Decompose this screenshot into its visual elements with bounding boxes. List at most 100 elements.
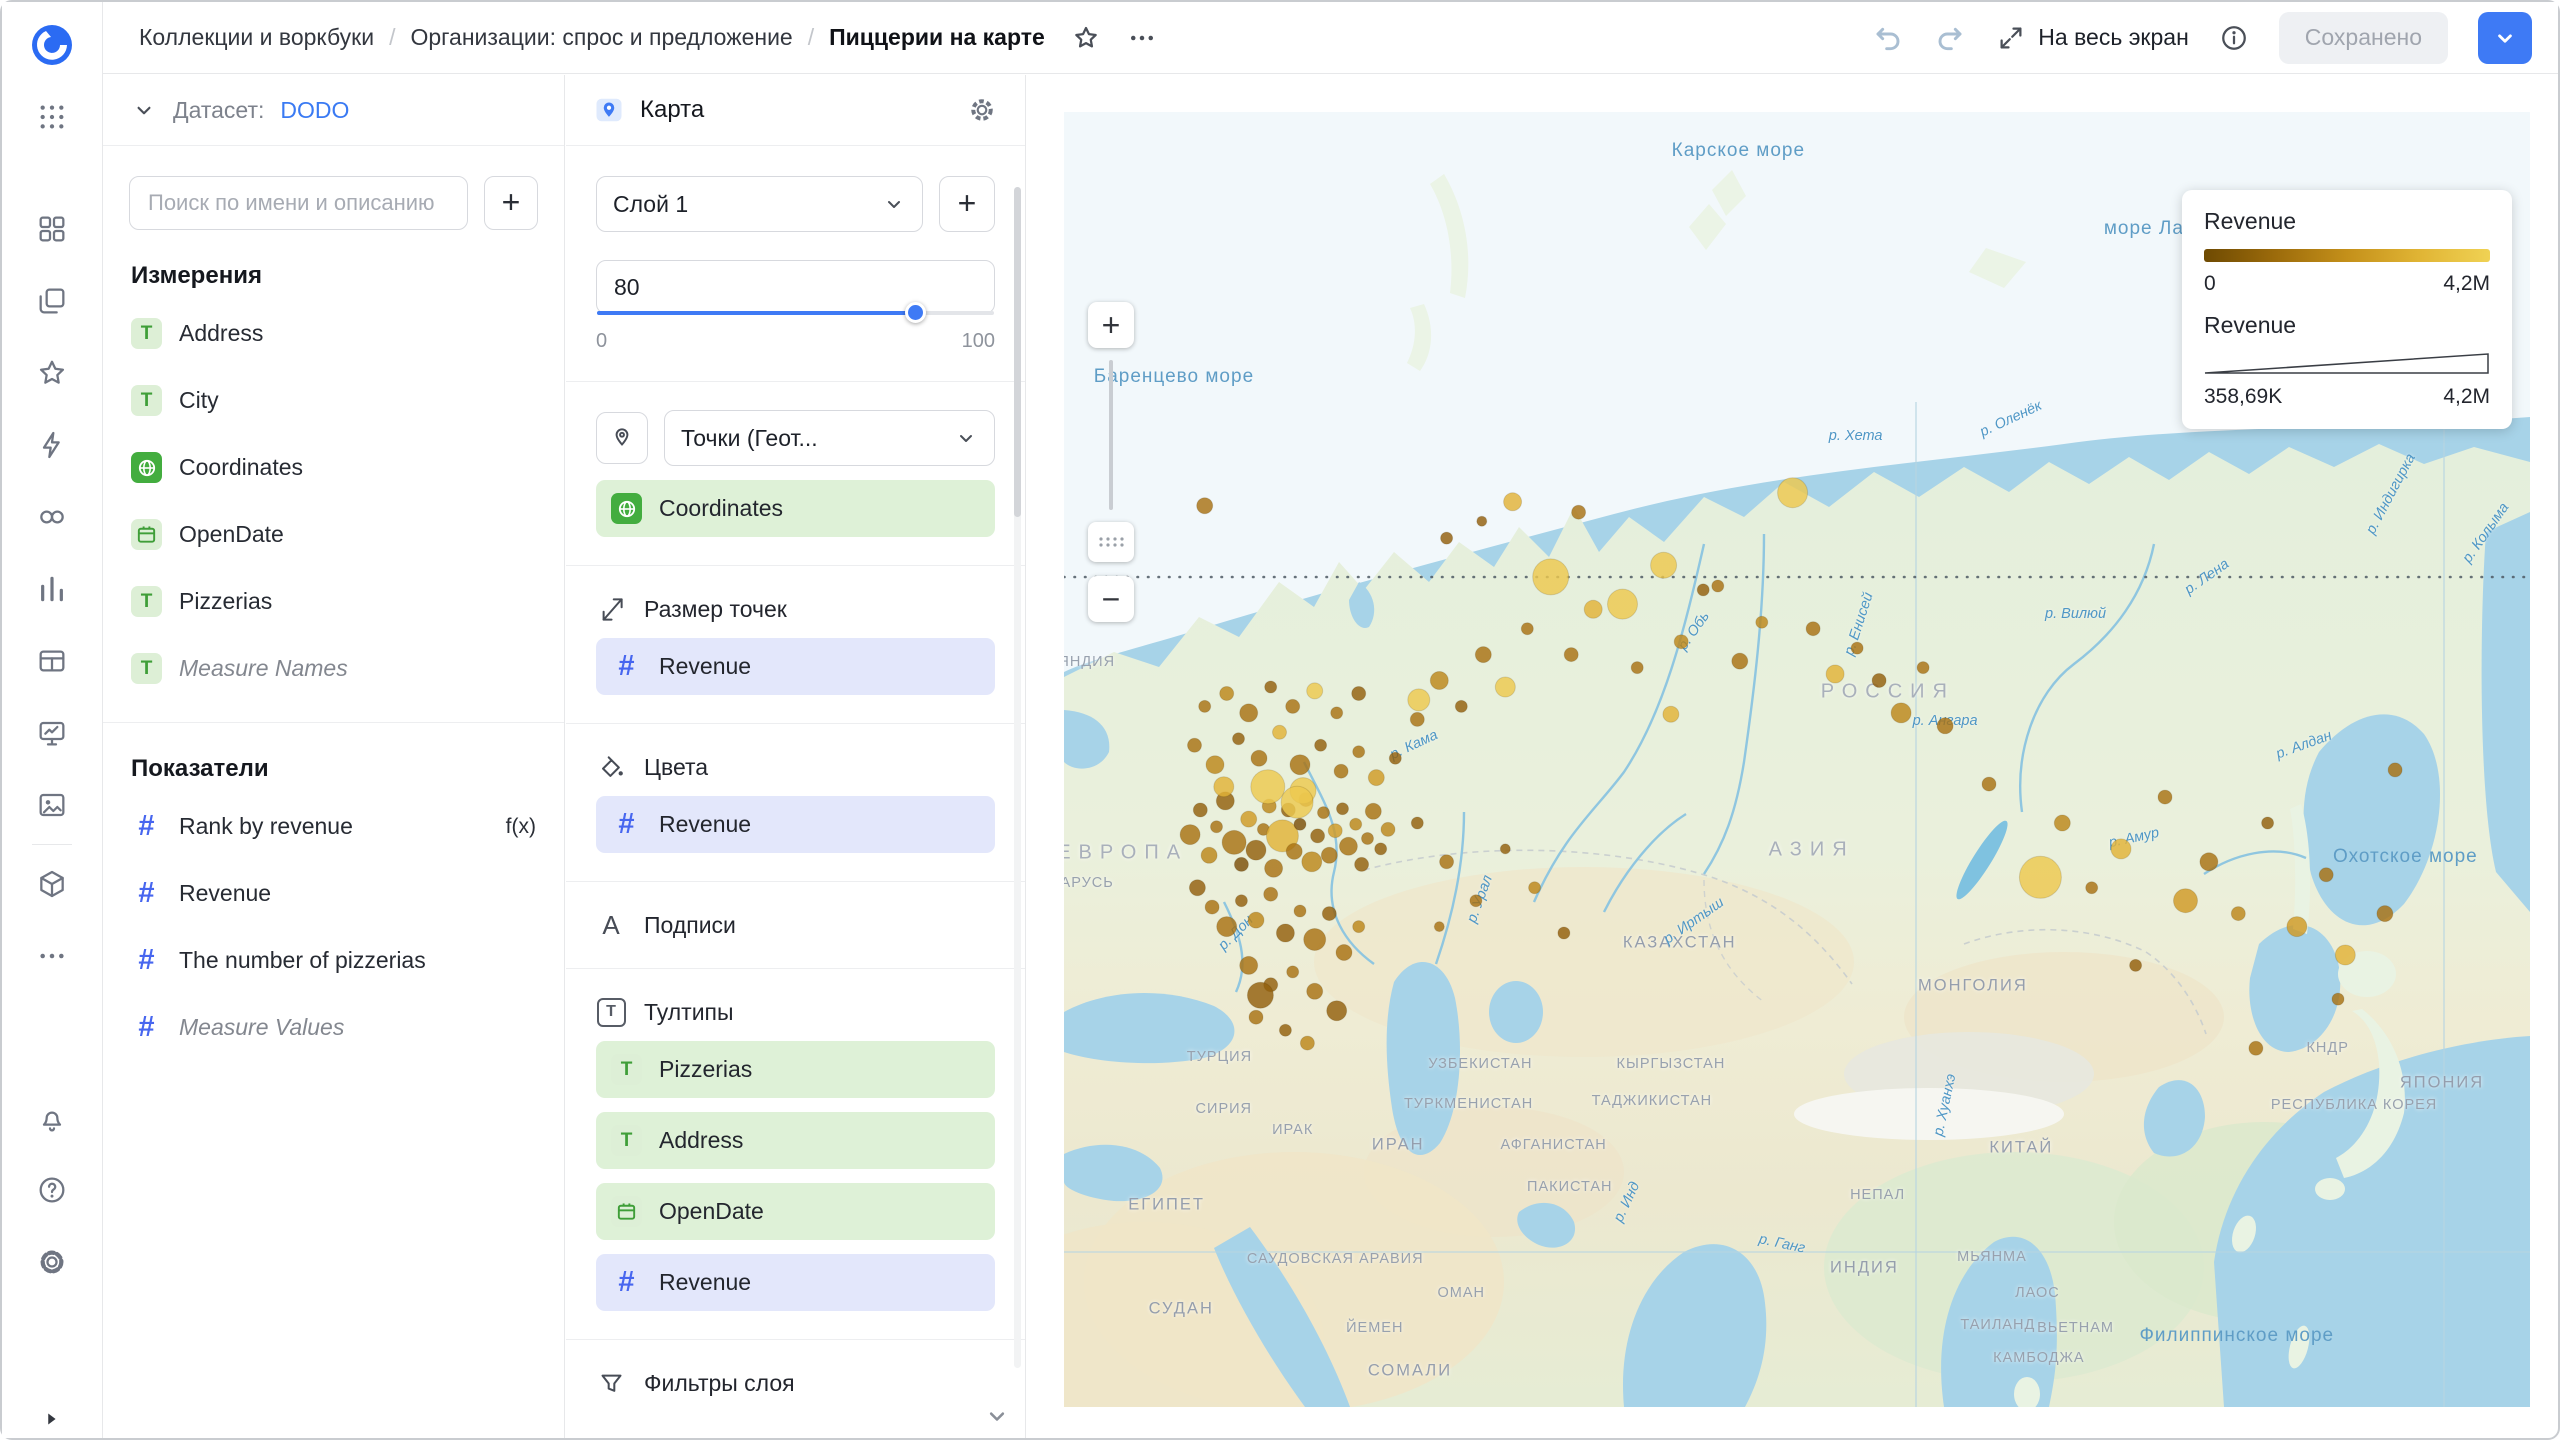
map-data-point[interactable]: [1193, 803, 1207, 817]
dashboards-icon[interactable]: [36, 213, 68, 245]
map-data-point[interactable]: [1279, 1024, 1291, 1036]
notifications-bell-icon[interactable]: [36, 1102, 68, 1134]
map-data-point[interactable]: [1222, 830, 1246, 854]
map-data-point[interactable]: [1355, 857, 1369, 871]
map-data-point[interactable]: [2388, 763, 2402, 777]
quick-actions-lightning-icon[interactable]: [36, 429, 68, 461]
add-layer-button[interactable]: +: [939, 176, 995, 232]
layer-select[interactable]: Слой 1: [596, 176, 923, 232]
panel-scrollbar[interactable]: [1014, 187, 1021, 1368]
map-data-point[interactable]: [1712, 580, 1724, 592]
map-data-point[interactable]: [1322, 907, 1336, 921]
map-data-point[interactable]: [1211, 821, 1223, 833]
map-data-point[interactable]: [1826, 665, 1844, 683]
breadcrumb-collections[interactable]: Коллекции и воркбуки: [139, 24, 374, 51]
zoom-in-button[interactable]: +: [1088, 302, 1134, 348]
collections-icon[interactable]: [36, 285, 68, 317]
map-data-point[interactable]: [1246, 840, 1266, 860]
map-data-point[interactable]: [2174, 889, 2198, 913]
favorite-star-icon[interactable]: [1071, 23, 1101, 53]
scrollbar-thumb[interactable]: [1014, 187, 1021, 517]
help-icon[interactable]: [36, 1174, 68, 1206]
map-data-point[interactable]: [2332, 993, 2344, 1005]
map-data-point[interactable]: [1199, 700, 1211, 712]
map-data-point[interactable]: [1249, 1010, 1263, 1024]
map-data-point[interactable]: [1529, 882, 1541, 894]
zoom-slider-track[interactable]: [1109, 360, 1113, 510]
undo-icon[interactable]: [1872, 22, 1904, 54]
map-data-point[interactable]: [1375, 843, 1387, 855]
field-list-item[interactable]: #The number of pizzerias: [103, 927, 564, 994]
map-data-point[interactable]: [2086, 882, 2098, 894]
map-data-point[interactable]: [1353, 746, 1365, 758]
map-data-point[interactable]: [1455, 700, 1467, 712]
opacity-value-box[interactable]: 80: [596, 260, 995, 314]
map-data-point[interactable]: [1778, 478, 1808, 508]
map-data-point[interactable]: [1286, 699, 1300, 713]
map-data-point[interactable]: [1500, 844, 1510, 854]
map-data-point[interactable]: [2130, 959, 2142, 971]
map-data-point[interactable]: [1732, 653, 1748, 669]
field-pill[interactable]: TAddress: [596, 1112, 995, 1169]
map-data-point[interactable]: [1891, 703, 1911, 723]
map-data-point[interactable]: [1470, 895, 1482, 907]
field-pill[interactable]: TPizzerias: [596, 1041, 995, 1098]
map-data-point[interactable]: [1276, 924, 1294, 942]
map-data-point[interactable]: [1264, 887, 1278, 901]
map-data-point[interactable]: [2377, 906, 2393, 922]
map-data-point[interactable]: [2158, 790, 2172, 804]
field-list-item[interactable]: Coordinates: [103, 434, 564, 501]
map-data-point[interactable]: [1201, 847, 1217, 863]
map-data-point[interactable]: [1851, 642, 1863, 654]
map-data-point[interactable]: [2111, 839, 2131, 859]
field-pill[interactable]: #Revenue: [596, 796, 995, 853]
map-data-point[interactable]: [1477, 516, 1487, 526]
map-data-point[interactable]: [1917, 662, 1929, 674]
map-canvas-area[interactable]: Карское мореБаренцево мореморе ЛаптевыхО…: [1064, 112, 2530, 1407]
datasets-table-icon[interactable]: [36, 645, 68, 677]
fullscreen-button[interactable]: На весь экран: [1996, 23, 2189, 53]
map-data-point[interactable]: [1504, 493, 1522, 511]
field-pill[interactable]: OpenDate: [596, 1183, 995, 1240]
breadcrumb-workbook[interactable]: Организации: спрос и предложение: [410, 24, 792, 51]
map-data-point[interactable]: [1674, 635, 1688, 649]
map-data-point[interactable]: [1214, 777, 1234, 797]
map-data-point[interactable]: [1217, 917, 1237, 937]
field-list-item[interactable]: TPizzerias: [103, 568, 564, 635]
field-pill[interactable]: Coordinates: [596, 480, 995, 537]
field-list-item[interactable]: #Rank by revenuef(x): [103, 793, 564, 860]
map-data-point[interactable]: [1441, 532, 1453, 544]
connections-icon[interactable]: [36, 501, 68, 533]
map-data-point[interactable]: [1410, 712, 1424, 726]
map-data-point[interactable]: [1353, 921, 1365, 933]
map-data-point[interactable]: [1408, 689, 1430, 711]
map-data-point[interactable]: [1327, 1001, 1347, 1021]
field-list-item[interactable]: #Measure Values: [103, 994, 564, 1061]
map-data-point[interactable]: [1584, 600, 1602, 618]
services-cube-icon[interactable]: [36, 868, 68, 900]
map-data-point[interactable]: [1315, 739, 1327, 751]
map-data-point[interactable]: [1334, 764, 1348, 778]
more-icon[interactable]: [36, 940, 68, 972]
map-data-point[interactable]: [1336, 945, 1352, 961]
dataset-name-link[interactable]: DODO: [280, 97, 349, 124]
monitor-chart-icon[interactable]: [36, 717, 68, 749]
dataset-header[interactable]: Датасет: DODO: [103, 75, 564, 146]
map-data-point[interactable]: [1294, 905, 1306, 917]
map-data-point[interactable]: [1180, 825, 1200, 845]
field-pill[interactable]: #Revenue: [596, 638, 995, 695]
add-field-button[interactable]: +: [484, 176, 538, 230]
map-data-point[interactable]: [1572, 505, 1586, 519]
field-list-item[interactable]: TCity: [103, 367, 564, 434]
map-data-point[interactable]: [1475, 647, 1491, 663]
map-data-point[interactable]: [1197, 498, 1213, 514]
field-list-item[interactable]: TAddress: [103, 300, 564, 367]
map-data-point[interactable]: [2231, 907, 2245, 921]
map-data-point[interactable]: [2319, 868, 2333, 882]
map-data-point[interactable]: [1294, 818, 1306, 830]
map-data-point[interactable]: [2054, 815, 2070, 831]
map-data-point[interactable]: [1205, 900, 1219, 914]
map-data-point[interactable]: [1337, 803, 1349, 815]
map-data-point[interactable]: [1331, 707, 1343, 719]
datalens-logo[interactable]: [29, 22, 75, 68]
